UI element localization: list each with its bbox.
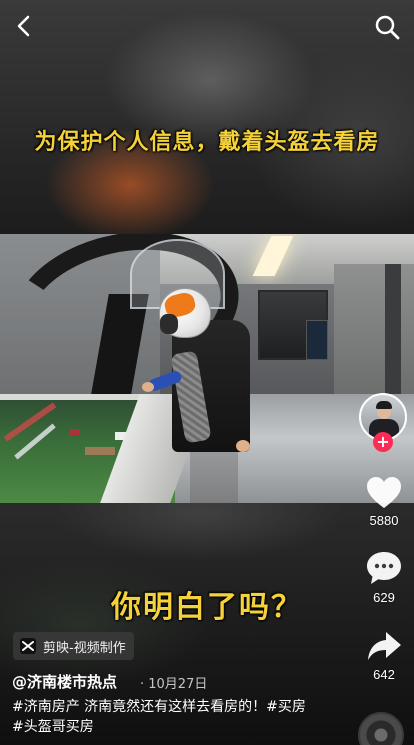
- capcut-tag[interactable]: 剪映-视频制作: [13, 632, 134, 660]
- scene-model-building: [85, 447, 115, 455]
- capcut-logo-icon: [20, 638, 36, 654]
- comment-bubble-icon: [367, 552, 401, 584]
- video-subtitle-top: 为保护个人信息，戴着头盔去看房: [34, 130, 380, 155]
- search-button[interactable]: [372, 12, 402, 42]
- like-count: 5880: [369, 513, 399, 528]
- share-arrow-icon: [368, 632, 401, 660]
- share-button[interactable]: [364, 628, 404, 666]
- heart-icon: [367, 477, 401, 508]
- share-count: 642: [373, 667, 395, 682]
- comment-count: 629: [373, 590, 395, 605]
- like-button[interactable]: [364, 474, 404, 512]
- back-button[interactable]: [10, 12, 38, 40]
- scene-right-wall: [334, 264, 414, 404]
- helmet-visor: [160, 314, 178, 334]
- avatar-hair: [376, 401, 392, 409]
- person-hand: [142, 382, 154, 392]
- scene-model-building: [70, 429, 80, 435]
- blurred-background-top: [0, 0, 414, 234]
- post-date: · 10月27日: [140, 677, 208, 692]
- video-subtitle-bottom: 你明白了吗？: [111, 590, 303, 625]
- person-pants: [190, 448, 238, 503]
- person-hand: [236, 440, 250, 452]
- search-icon: [375, 15, 400, 40]
- scene-sign-stand: [306, 320, 328, 360]
- follow-plus-button[interactable]: +: [373, 432, 393, 452]
- comment-button[interactable]: [364, 549, 404, 587]
- scene-pillar: [385, 264, 401, 414]
- capcut-label: 剪映-视频制作: [43, 640, 126, 656]
- back-chevron-icon: [17, 15, 30, 37]
- video-caption[interactable]: #济南房产 济南竟然还有这样去看房的！#买房 #头盔哥买房: [12, 697, 312, 737]
- author-name[interactable]: @济南楼市热点: [12, 671, 117, 692]
